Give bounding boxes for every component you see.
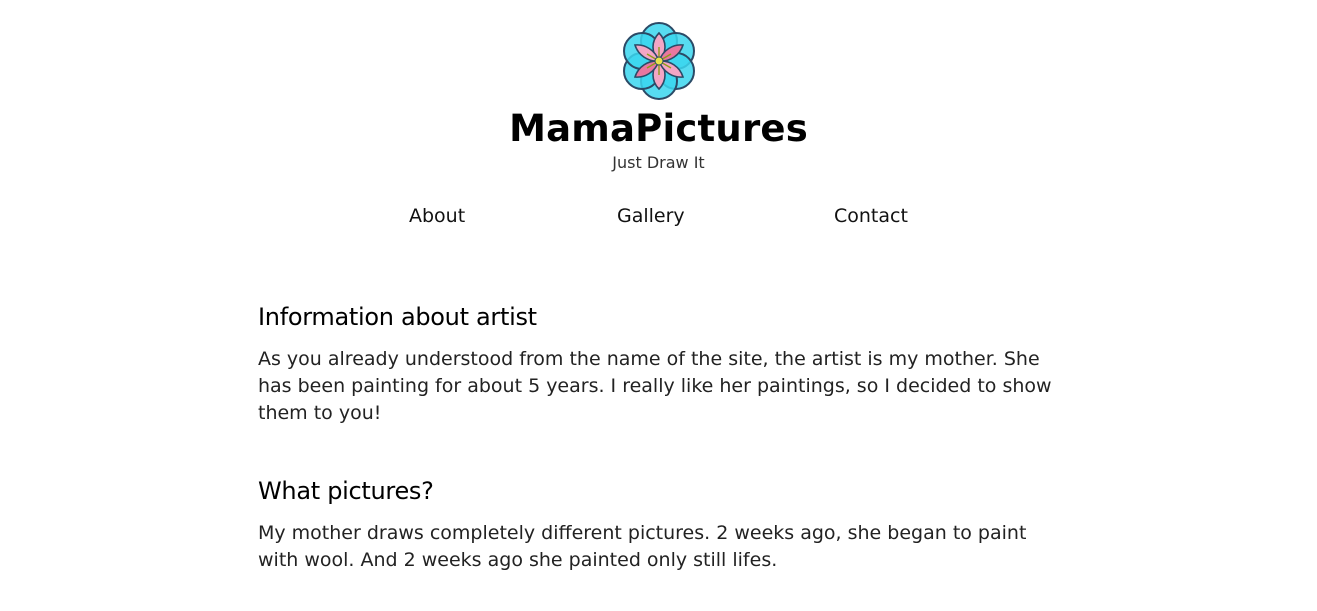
main-nav: About Gallery Contact (0, 203, 1317, 229)
nav-link-about[interactable]: About (409, 203, 465, 229)
page: MamaPictures Just Draw It About Gallery … (0, 0, 1317, 611)
main-content: Information about artist As you already … (258, 298, 1068, 574)
site-title: MamaPictures (509, 107, 808, 150)
section-paragraph: My mother draws completely different pic… (258, 522, 1027, 571)
section-about-artist: Information about artist As you already … (258, 298, 1068, 427)
section-heading: Information about artist (258, 303, 537, 331)
site-tagline: Just Draw It (612, 153, 705, 172)
nav-link-contact[interactable]: Contact (834, 203, 908, 229)
flower-of-life-logo-icon[interactable] (620, 17, 698, 101)
section-paragraph: As you already understood from the name … (258, 348, 1052, 424)
section-what-pictures: What pictures? My mother draws completel… (258, 472, 1068, 574)
section-heading: What pictures? (258, 477, 434, 505)
nav-link-gallery[interactable]: Gallery (617, 203, 685, 229)
